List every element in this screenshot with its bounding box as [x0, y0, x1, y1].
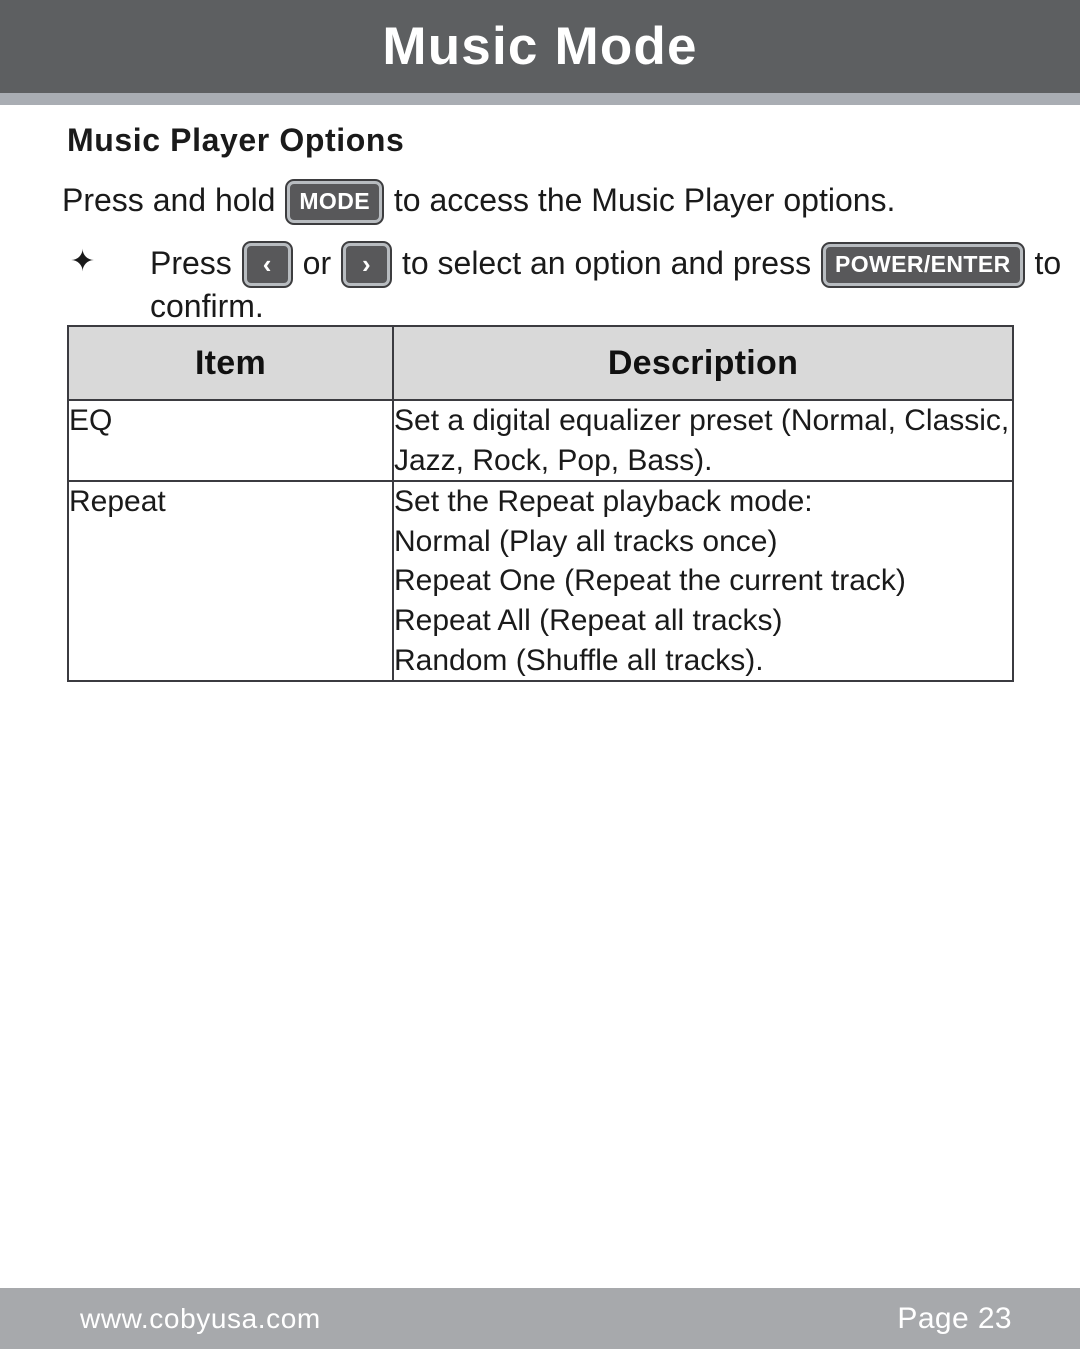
footer-page-number: Page 23: [897, 1302, 1012, 1335]
description-line: Normal (Play all tracks once): [394, 524, 778, 558]
description-line: Repeat All (Repeat all tracks): [394, 603, 783, 637]
description-line: Jazz, Rock, Pop, Bass).: [394, 443, 713, 477]
key-power-enter[interactable]: POWER/ENTER: [822, 244, 1023, 286]
cell-item-eq: EQ: [67, 398, 394, 483]
music-player-options-table: Item Description EQ Set a digital equali…: [67, 325, 1014, 683]
table-header: Item Description: [67, 325, 1014, 401]
star-bullet-icon: ✦: [70, 245, 96, 278]
header-underbar-divider: [0, 93, 1080, 105]
bullet-text-1: or: [302, 245, 332, 281]
page-title: Music Mode: [382, 17, 698, 76]
description-line: Set the Repeat playback mode:: [394, 485, 813, 519]
column-header-description: Description: [392, 325, 1014, 401]
bullet-text-2: to select an option and press: [401, 245, 812, 281]
key-mode[interactable]: MODE: [287, 181, 382, 223]
intro-text-after: to access the Music Player options.: [393, 182, 896, 218]
footer-website-url[interactable]: www.cobyusa.com: [80, 1288, 321, 1349]
left-arrow-icon[interactable]: ‹: [243, 243, 291, 286]
section-heading: Music Player Options: [67, 122, 405, 158]
right-arrow-icon[interactable]: ›: [342, 243, 391, 286]
description-line: Set a digital equalizer preset (Normal, …: [394, 404, 1010, 437]
table-row: EQ Set a digital equalizer preset (Norma…: [67, 398, 1014, 483]
page-header-banner: Music Mode: [0, 0, 1080, 93]
page-footer-banner: www.cobyusa.com Page 23: [0, 1288, 1080, 1349]
description-line: Repeat One (Repeat the current track): [394, 564, 906, 598]
list-item: ✦ Press ‹ or › to select an option and p…: [0, 243, 1080, 327]
cell-item-repeat: Repeat: [67, 480, 394, 683]
cell-description-eq: Set a digital equalizer preset (Normal, …: [392, 398, 1014, 483]
table-body: EQ Set a digital equalizer preset (Norma…: [67, 398, 1014, 683]
description-line: Random (Shuffle all tracks).: [394, 643, 764, 677]
table-row: Repeat Set the Repeat playback mode: Nor…: [67, 480, 1014, 683]
column-header-item: Item: [67, 325, 394, 401]
intro-text-before: Press and hold: [62, 182, 276, 218]
cell-description-repeat: Set the Repeat playback mode: Normal (Pl…: [392, 480, 1014, 683]
intro-instruction: Press and hold MODE to access the Music …: [62, 181, 1080, 223]
bullet-text-0: Press: [150, 245, 232, 281]
table-header-row: Item Description: [67, 325, 1014, 401]
